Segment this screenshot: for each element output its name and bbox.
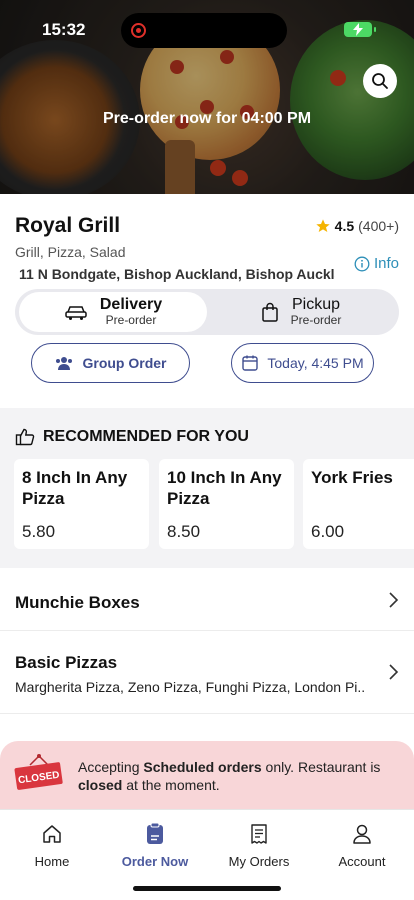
order-mode-toggle: Delivery Pre-order Pickup Pre-order	[15, 289, 399, 335]
recommended-header: RECOMMENDED FOR YOU	[15, 428, 249, 446]
group-order-button[interactable]: Group Order	[31, 343, 190, 383]
category-title: Munchie Boxes	[15, 593, 140, 612]
home-icon	[43, 825, 61, 843]
tab-account-label: Account	[338, 854, 386, 869]
cuisine-list: Grill, Pizza, Salad	[15, 244, 126, 260]
tab-order-now-label: Order Now	[121, 854, 189, 869]
search-button[interactable]	[363, 64, 397, 98]
account-icon	[353, 824, 371, 844]
search-icon	[372, 73, 388, 89]
pickup-sub: Pre-order	[290, 313, 342, 328]
category-row[interactable]: Basic Pizzas Margherita Pizza, Zeno Pizz…	[0, 631, 414, 714]
recommended-item[interactable]: York Fries 6.00	[303, 459, 414, 549]
category-row[interactable]: Munchie Boxes	[0, 569, 414, 631]
preorder-banner: Pre-order now for 04:00 PM	[102, 110, 312, 127]
recommended-item[interactable]: 10 Inch In Any Pizza 8.50	[159, 459, 294, 549]
status-time: 15:32	[42, 20, 86, 39]
address-text: 11 N Bondgate, Bishop Auckland, Bishop A…	[19, 266, 335, 282]
closed-message: Accepting Scheduled orders only. Restaur…	[78, 759, 381, 794]
bag-icon	[261, 302, 278, 322]
category-description: Margherita Pizza, Zeno Pizza, Funghi Piz…	[15, 679, 365, 695]
pickup-option[interactable]: Pickup Pre-order	[207, 292, 395, 332]
chevron-right-icon	[389, 592, 399, 608]
pickup-label: Pickup	[291, 295, 341, 313]
recommended-item-name: 10 Inch In Any Pizza	[167, 468, 282, 509]
address: 11 N Bondgate, Bishop Auckland, Bishop A…	[15, 266, 335, 282]
schedule-date-button[interactable]: Today, 4:45 PM	[231, 343, 374, 383]
info-icon	[354, 256, 370, 271]
recommended-section: RECOMMENDED FOR YOU 8 Inch In Any Pizza …	[0, 408, 414, 568]
recommended-item-name: York Fries	[311, 468, 393, 487]
tab-home-label: Home	[34, 854, 70, 869]
tab-my-orders-label: My Orders	[228, 854, 290, 869]
receipt-icon	[251, 824, 267, 844]
group-icon	[56, 357, 73, 370]
tab-home[interactable]: Home	[0, 820, 104, 869]
recommended-item-price: 8.50	[167, 522, 201, 541]
order-icon	[147, 822, 163, 844]
closed-sign-icon: CLOSED	[14, 754, 63, 790]
recording-icon	[131, 23, 146, 38]
chevron-right-icon	[389, 664, 399, 680]
rating-value: 4.5	[334, 218, 355, 234]
delivery-option[interactable]: Delivery Pre-order	[19, 292, 207, 332]
rating-count: (400+)	[358, 218, 399, 234]
thumbs-up-icon	[15, 428, 35, 446]
recommended-item-price: 5.80	[22, 522, 56, 541]
recommended-title: RECOMMENDED FOR YOU	[43, 428, 249, 445]
dynamic-island	[121, 13, 287, 48]
calendar-icon	[242, 355, 259, 371]
rating: 4.5 (400+)	[315, 218, 399, 234]
delivery-sub: Pre-order	[105, 313, 157, 328]
tab-order-now[interactable]: Order Now	[103, 820, 207, 869]
info-label: Info	[374, 255, 400, 272]
restaurant-name: Royal Grill	[15, 214, 121, 237]
delivery-label: Delivery	[99, 295, 163, 313]
battery-icon	[344, 22, 376, 37]
recommended-item-name: 8 Inch In Any Pizza	[22, 468, 128, 509]
car-icon	[65, 306, 87, 320]
closed-banner: CLOSED Accepting Scheduled orders only. …	[0, 741, 414, 809]
info-link[interactable]: Info	[354, 255, 399, 272]
tab-account[interactable]: Account	[310, 820, 414, 869]
schedule-date-label: Today, 4:45 PM	[267, 355, 364, 371]
tab-my-orders[interactable]: My Orders	[207, 820, 311, 869]
recommended-item-price: 6.00	[311, 522, 345, 541]
star-icon	[316, 219, 330, 232]
group-order-label: Group Order	[82, 355, 167, 371]
category-title: Basic Pizzas	[15, 653, 118, 672]
recommended-item[interactable]: 8 Inch In Any Pizza 5.80	[14, 459, 149, 549]
home-indicator	[133, 886, 281, 891]
